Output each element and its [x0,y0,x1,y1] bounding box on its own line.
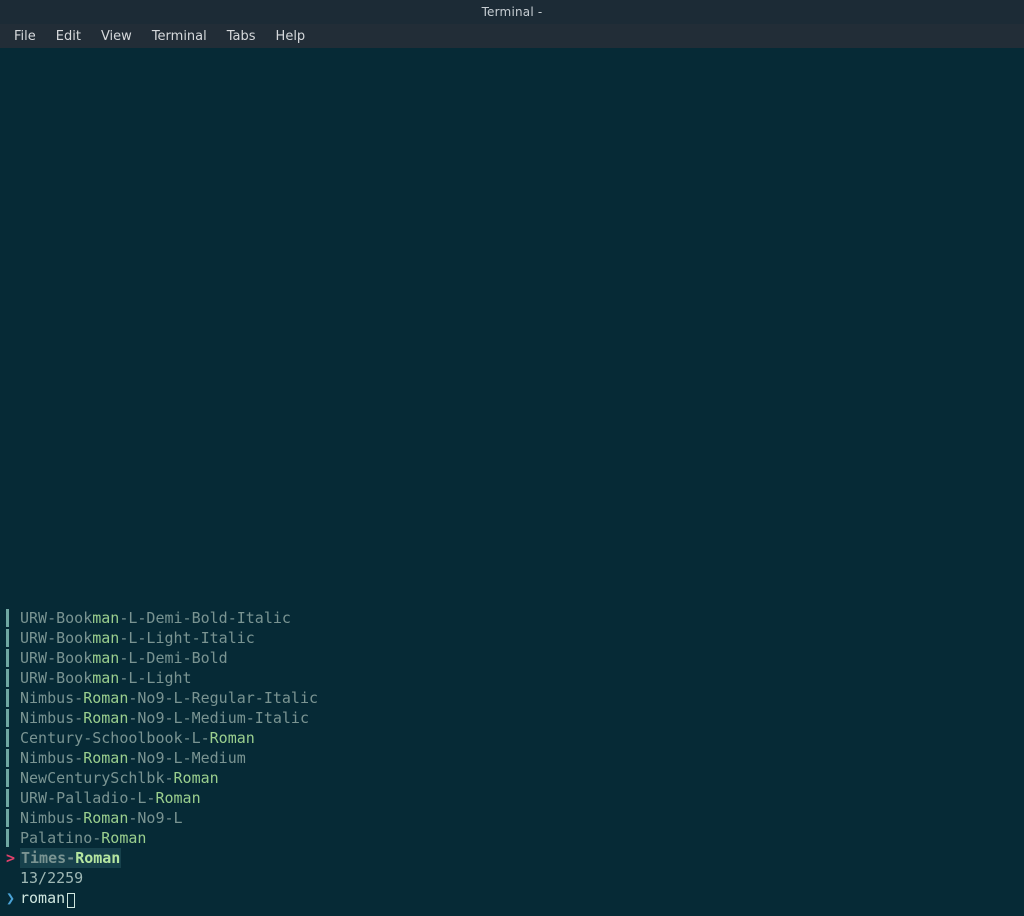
fzf-query-input[interactable]: roman [20,888,65,908]
fzf-gutter [6,689,20,707]
fzf-prompt-glyph: ❯ [6,888,20,908]
fzf-entry-text: Century-Schoolbook-L-Roman [20,728,255,748]
fzf-result-list: URW-Bookman-L-Demi-Bold-ItalicURW-Bookma… [0,608,1024,868]
fzf-gutter [6,669,20,687]
fzf-result-row[interactable]: Nimbus-Roman-No9-L-Regular-Italic [6,688,1024,708]
fzf-result-row[interactable]: URW-Bookman-L-Demi-Bold-Italic [6,608,1024,628]
menu-tabs[interactable]: Tabs [217,26,266,47]
fzf-gutter: > [6,848,20,868]
fzf-result-row[interactable]: URW-Bookman-L-Demi-Bold [6,648,1024,668]
fzf-entry-text: URW-Bookman-L-Light [20,668,192,688]
fzf-gutter [6,829,20,847]
fzf-result-row[interactable]: Nimbus-Roman-No9-L-Medium [6,748,1024,768]
fzf-gutter-bar-icon [6,749,9,767]
fzf-entry-text: Palatino-Roman [20,828,146,848]
fzf-gutter-bar-icon [6,789,9,807]
fzf-prompt-row[interactable]: ❯ roman [0,888,1024,908]
fzf-result-row[interactable]: > Times-Roman [6,848,1024,868]
fzf-result-row[interactable]: Nimbus-Roman-No9-L [6,808,1024,828]
fzf-entry-text: Times-Roman [20,848,121,868]
fzf-gutter-bar-icon [6,729,9,747]
fzf-gutter [6,809,20,827]
fzf-result-row[interactable]: URW-Bookman-L-Light-Italic [6,628,1024,648]
fzf-result-row[interactable]: NewCenturySchlbk-Roman [6,768,1024,788]
fzf-gutter [6,649,20,667]
fzf-gutter [6,609,20,627]
text-cursor-icon [67,893,75,908]
fzf-gutter-bar-icon [6,809,9,827]
fzf-result-row[interactable]: Palatino-Roman [6,828,1024,848]
fzf-gutter [6,729,20,747]
fzf-result-row[interactable]: Nimbus-Roman-No9-L-Medium-Italic [6,708,1024,728]
window-title: Terminal - [482,5,543,19]
fzf-gutter [6,629,20,647]
menu-edit[interactable]: Edit [46,26,91,47]
fzf-result-row[interactable]: URW-Bookman-L-Light [6,668,1024,688]
window-titlebar: Terminal - [0,0,1024,24]
menu-terminal[interactable]: Terminal [142,26,217,47]
fzf-result-row[interactable]: URW-Palladio-L-Roman [6,788,1024,808]
fzf-entry-text: Nimbus-Roman-No9-L-Medium [20,748,246,768]
fzf-gutter-bar-icon [6,829,9,847]
fzf-entry-text: URW-Bookman-L-Demi-Bold-Italic [20,608,291,628]
fzf-gutter [6,709,20,727]
fzf-pointer-icon: > [6,848,14,868]
fzf-gutter [6,749,20,767]
fzf-entry-text: Nimbus-Roman-No9-L-Medium-Italic [20,708,309,728]
fzf-gutter-bar-icon [6,689,9,707]
menu-view[interactable]: View [91,26,142,47]
fzf-gutter-bar-icon [6,649,9,667]
fzf-entry-text: URW-Bookman-L-Demi-Bold [20,648,228,668]
fzf-counter: 13/2259 [6,868,83,888]
fzf-gutter-bar-icon [6,629,9,647]
menubar: File Edit View Terminal Tabs Help [0,24,1024,48]
fzf-gutter-bar-icon [6,609,9,627]
terminal-viewport[interactable]: URW-Bookman-L-Demi-Bold-ItalicURW-Bookma… [0,48,1024,916]
fzf-gutter [6,789,20,807]
menu-help[interactable]: Help [266,26,316,47]
menu-file[interactable]: File [4,26,46,47]
fzf-entry-text: Nimbus-Roman-No9-L-Regular-Italic [20,688,318,708]
fzf-entry-text: URW-Palladio-L-Roman [20,788,201,808]
fzf-entry-text: URW-Bookman-L-Light-Italic [20,628,255,648]
fzf-gutter-bar-icon [6,709,9,727]
fzf-gutter-bar-icon [6,669,9,687]
fzf-result-row[interactable]: Century-Schoolbook-L-Roman [6,728,1024,748]
fzf-entry-text: Nimbus-Roman-No9-L [20,808,183,828]
fzf-gutter [6,769,20,787]
fzf-gutter-bar-icon [6,769,9,787]
fzf-entry-text: NewCenturySchlbk-Roman [20,768,219,788]
